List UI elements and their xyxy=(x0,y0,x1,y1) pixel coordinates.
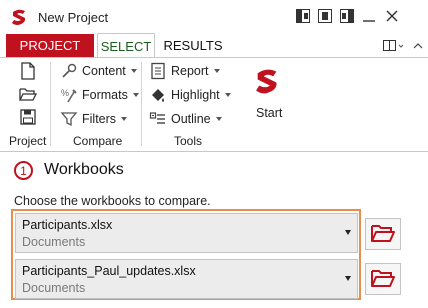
report-button[interactable]: Report xyxy=(149,61,220,81)
outline-button[interactable]: Outline xyxy=(149,109,222,129)
workbook-2-name: Participants_Paul_updates.xlsx xyxy=(22,264,196,278)
formats-button[interactable]: % Formats xyxy=(60,85,139,105)
content-button[interactable]: Content xyxy=(60,61,137,81)
ribbon: Project Content % Formats Filters Compar… xyxy=(0,57,428,152)
report-label: Report xyxy=(171,64,209,78)
window-title: New Project xyxy=(38,10,109,25)
report-icon xyxy=(149,62,167,80)
step-number-badge: 1 xyxy=(14,161,33,180)
highlight-icon xyxy=(149,86,167,104)
outline-label: Outline xyxy=(171,112,211,126)
outline-icon xyxy=(149,110,167,128)
new-project-icon[interactable] xyxy=(20,62,36,83)
title-bar: New Project xyxy=(0,0,428,34)
svg-text:%: % xyxy=(61,88,69,98)
start-label: Start xyxy=(256,106,283,120)
layout-right-icon[interactable] xyxy=(339,8,355,24)
content-label: Content xyxy=(82,64,126,78)
chevron-down-icon xyxy=(215,117,222,121)
section-title: Workbooks xyxy=(44,161,124,178)
app-logo-icon xyxy=(10,8,28,26)
filter-icon xyxy=(60,110,78,128)
workbook-1-location: Documents xyxy=(22,235,86,249)
dropdown-arrow-icon[interactable] xyxy=(345,276,351,281)
start-logo-icon xyxy=(253,66,281,99)
chevron-down-icon xyxy=(224,93,231,97)
formats-icon: % xyxy=(60,86,78,104)
group-label-project: Project xyxy=(9,134,47,148)
tab-select[interactable]: SELECT xyxy=(97,33,155,58)
chevron-down-icon xyxy=(121,117,128,121)
highlight-button[interactable]: Highlight xyxy=(149,85,231,105)
ribbon-tabs: PROJECT SELECT RESULTS xyxy=(0,33,428,58)
formats-label: Formats xyxy=(82,88,128,102)
highlight-label: Highlight xyxy=(171,88,220,102)
workbook-2-selector[interactable]: Participants_Paul_updates.xlsx Documents xyxy=(15,259,358,299)
section-description: Choose the workbooks to compare. xyxy=(14,194,211,208)
dropdown-arrow-icon[interactable] xyxy=(345,230,351,235)
filters-label: Filters xyxy=(82,112,117,126)
minimize-icon[interactable] xyxy=(361,8,377,24)
layout-left-icon[interactable] xyxy=(295,8,311,24)
tab-project[interactable]: PROJECT xyxy=(6,34,94,57)
workbook-1-name: Participants.xlsx xyxy=(22,218,113,232)
workbook-1-selector[interactable]: Participants.xlsx Documents xyxy=(15,213,358,253)
browse-workbook-1-button[interactable] xyxy=(365,218,401,250)
chevron-down-icon xyxy=(132,93,139,97)
start-button[interactable]: Start xyxy=(238,64,296,124)
layout-options-button[interactable] xyxy=(383,38,407,54)
tab-results[interactable]: RESULTS xyxy=(158,34,228,57)
browse-workbook-2-button[interactable] xyxy=(365,263,401,295)
save-project-icon[interactable] xyxy=(20,109,36,128)
chevron-down-icon xyxy=(130,69,137,73)
collapse-ribbon-icon[interactable] xyxy=(412,38,424,54)
group-divider xyxy=(50,62,51,146)
filters-button[interactable]: Filters xyxy=(60,109,128,129)
group-label-tools: Tools xyxy=(174,134,203,148)
chevron-down-icon xyxy=(213,69,220,73)
group-divider xyxy=(141,62,142,146)
workbook-2-location: Documents xyxy=(22,281,86,295)
content-icon xyxy=(60,62,78,80)
layout-center-icon[interactable] xyxy=(317,8,333,24)
open-project-icon[interactable] xyxy=(18,86,38,105)
group-label-compare: Compare xyxy=(73,134,123,148)
open-folder-icon xyxy=(371,268,395,291)
open-folder-icon xyxy=(371,223,395,246)
close-icon[interactable] xyxy=(384,8,400,24)
